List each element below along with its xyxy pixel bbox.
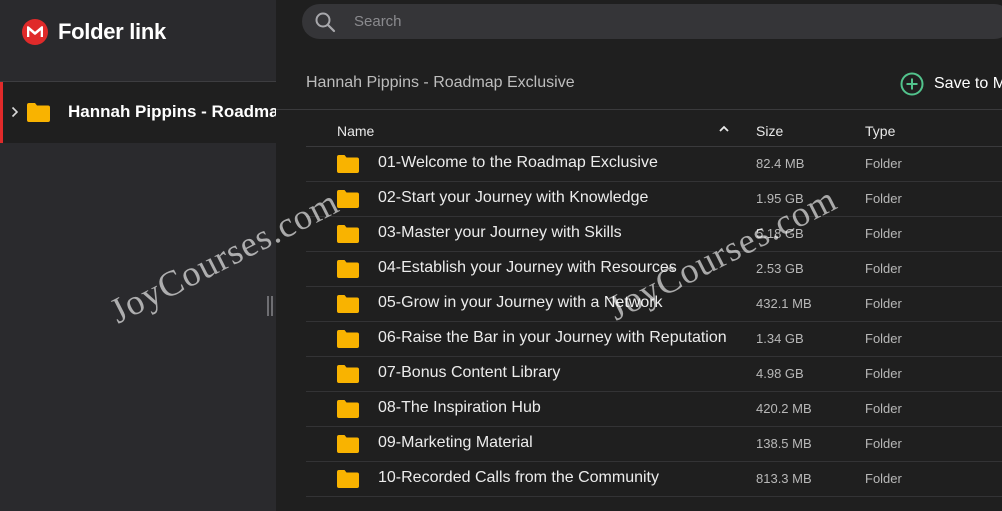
- table-row[interactable]: 07-Bonus Content Library 4.98 GB Folder: [306, 357, 1002, 392]
- row-size: 1.95 GB: [756, 191, 804, 206]
- row-type: Folder: [865, 296, 902, 311]
- brand: Folder link: [22, 19, 166, 45]
- table-row[interactable]: 01-Welcome to the Roadmap Exclusive 82.4…: [306, 147, 1002, 182]
- row-type: Folder: [865, 436, 902, 451]
- table-row[interactable]: 04-Establish your Journey with Resources…: [306, 252, 1002, 287]
- row-name: 04-Establish your Journey with Resources: [378, 259, 677, 276]
- column-header-size[interactable]: Size: [756, 123, 783, 139]
- row-name: 05-Grow in your Journey with a Network: [378, 294, 663, 311]
- row-size: 4.98 GB: [756, 366, 804, 381]
- app-title: Folder link: [58, 19, 166, 44]
- row-size: 5.18 GB: [756, 226, 804, 241]
- row-type: Folder: [865, 191, 902, 206]
- row-size: 420.2 MB: [756, 401, 812, 416]
- search-icon: [315, 12, 336, 33]
- row-name: 09-Marketing Material: [378, 434, 533, 451]
- sidebar: Folder link Hannah Pippins - Roadmap Exc…: [0, 0, 276, 511]
- folder-icon: [337, 365, 359, 383]
- search-bar[interactable]: [302, 4, 1002, 39]
- row-name: 10-Recorded Calls from the Community: [378, 469, 659, 486]
- row-type: Folder: [865, 156, 902, 171]
- save-to-mega-button[interactable]: Save to MEGA: [900, 70, 1002, 98]
- folder-icon: [337, 225, 359, 243]
- folder-icon: [337, 155, 359, 173]
- table-row[interactable]: 09-Marketing Material 138.5 MB Folder: [306, 427, 1002, 462]
- sidebar-resize-handle[interactable]: [267, 296, 273, 316]
- row-size: 813.3 MB: [756, 471, 812, 486]
- header-divider: [276, 109, 1002, 110]
- table-row[interactable]: 05-Grow in your Journey with a Network 4…: [306, 287, 1002, 322]
- file-list: 01-Welcome to the Roadmap Exclusive 82.4…: [306, 147, 1002, 497]
- row-name: 01-Welcome to the Roadmap Exclusive: [378, 154, 658, 171]
- sort-ascending-icon[interactable]: [718, 124, 730, 134]
- table-row[interactable]: 03-Master your Journey with Skills 5.18 …: [306, 217, 1002, 252]
- folder-icon: [337, 435, 359, 453]
- folder-icon: [27, 103, 50, 122]
- sidebar-tree-item-label: Hannah Pippins - Roadmap Exclusive: [68, 102, 276, 121]
- save-button-label: Save to MEGA: [934, 75, 1002, 92]
- row-name: 07-Bonus Content Library: [378, 364, 561, 381]
- row-size: 1.34 GB: [756, 331, 804, 346]
- table-row[interactable]: 02-Start your Journey with Knowledge 1.9…: [306, 182, 1002, 217]
- folder-icon: [337, 400, 359, 418]
- row-size: 2.53 GB: [756, 261, 804, 276]
- column-header-name[interactable]: Name: [337, 123, 374, 139]
- row-name: 06-Raise the Bar in your Journey with Re…: [378, 329, 727, 346]
- chevron-right-icon[interactable]: [11, 106, 19, 118]
- folder-icon: [337, 260, 359, 278]
- row-type: Folder: [865, 366, 902, 381]
- row-type: Folder: [865, 471, 902, 486]
- folder-icon: [337, 295, 359, 313]
- table-row[interactable]: 08-The Inspiration Hub 420.2 MB Folder: [306, 392, 1002, 427]
- folder-icon: [337, 330, 359, 348]
- row-size: 432.1 MB: [756, 296, 812, 311]
- add-circle-icon: [900, 72, 924, 96]
- row-name: 03-Master your Journey with Skills: [378, 224, 622, 241]
- breadcrumb-folder-title: Hannah Pippins - Roadmap Exclusive: [306, 74, 575, 91]
- row-size: 82.4 MB: [756, 156, 805, 171]
- table-row[interactable]: 06-Raise the Bar in your Journey with Re…: [306, 322, 1002, 357]
- table-row[interactable]: 10-Recorded Calls from the Community 813…: [306, 462, 1002, 497]
- row-type: Folder: [865, 261, 902, 276]
- row-name: 02-Start your Journey with Knowledge: [378, 189, 649, 206]
- folder-icon: [337, 470, 359, 488]
- sidebar-tree-item-root-folder[interactable]: Hannah Pippins - Roadmap Exclusive: [0, 82, 276, 143]
- mega-logo-icon[interactable]: [22, 19, 48, 45]
- search-input[interactable]: [354, 4, 954, 39]
- row-type: Folder: [865, 331, 902, 346]
- row-type: Folder: [865, 401, 902, 416]
- row-size: 138.5 MB: [756, 436, 812, 451]
- folder-icon: [337, 190, 359, 208]
- row-name: 08-The Inspiration Hub: [378, 399, 541, 416]
- row-type: Folder: [865, 226, 902, 241]
- column-header-type[interactable]: Type: [865, 123, 895, 139]
